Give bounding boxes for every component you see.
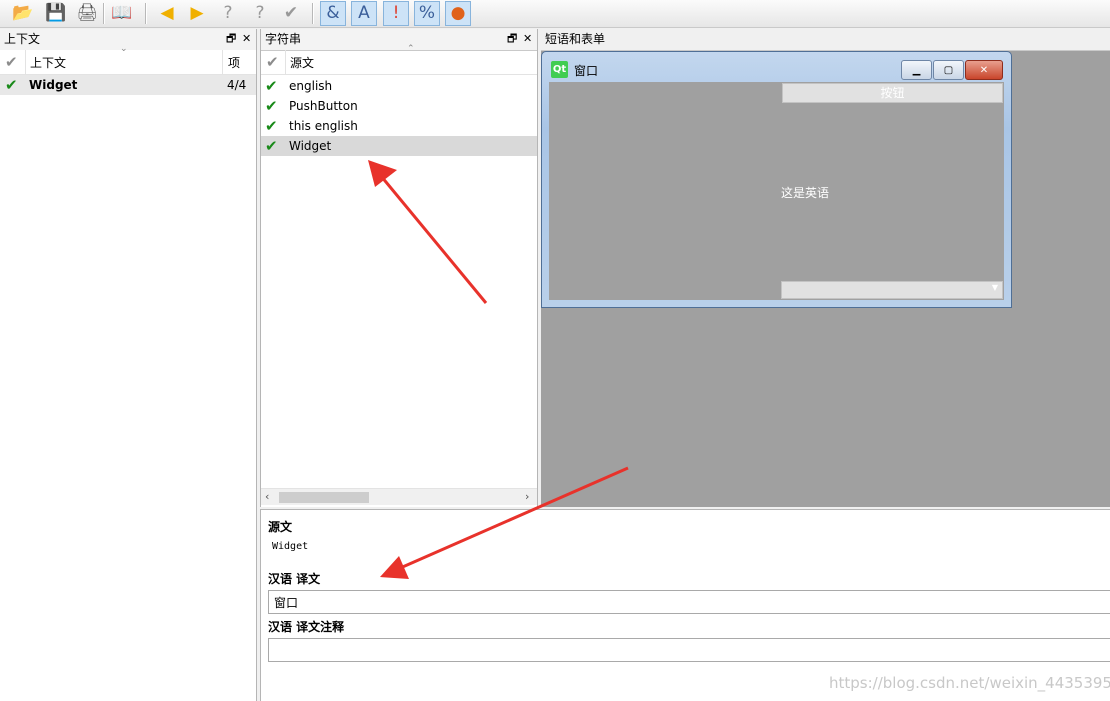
accelerator-check-icon[interactable]: & [320,1,346,26]
comment-heading: 汉语 译文注释 [268,620,345,634]
strings-pane-title: 字符串 [265,32,302,46]
close-icon[interactable]: ✕ [523,29,532,49]
forms-pane-header: 短语和表单 [541,29,1110,51]
preview-window: Qt 窗口 ▁ ▢ ✕ 按钮 这是英语 ▼ [541,51,1012,308]
prev-unfinished-icon[interactable]: ? [215,1,241,26]
close-icon: ✕ [979,64,989,76]
string-row[interactable]: ✔ english [261,76,537,96]
dropdown-arrow-icon: ▼ [991,283,998,292]
string-row[interactable]: ✔ PushButton [261,96,537,116]
done-check-icon: ✔ [5,76,18,94]
preview-label: 这是英语 [781,186,830,200]
toolbar-separator [103,3,105,24]
done-check-icon: ✔ [265,97,278,115]
context-pane-title: 上下文 [4,32,41,46]
context-count: 4/4 [227,78,247,92]
done-check-icon: ✔ [265,117,278,135]
close-window-button[interactable]: ✕ [965,60,1003,80]
prev-icon[interactable]: ◀ [154,1,180,26]
save-icon[interactable]: 💾 [43,1,69,26]
column-header-items[interactable]: 项 [228,54,240,71]
context-pane: 上下文 🗗 ✕ ✔ 上下文 ⌄ 项 ✔ Widget 4/4 [0,29,257,701]
sort-chevron-icon: ⌄ [120,44,128,54]
maximize-button[interactable]: ▢ [933,60,964,80]
phrase-check-icon[interactable]: ! [383,1,409,26]
preview-push-button[interactable]: 按钮 [782,83,1003,103]
strings-pane: 字符串 🗗 ✕ ✔ 源文 ⌃ ✔ english ✔ PushButton ✔ … [260,29,538,507]
watermark: https://blog.csdn.net/weixin_44353958 [829,674,1110,692]
next-unfinished-icon[interactable]: ? [247,1,273,26]
minimize-icon: ▁ [912,64,921,76]
context-list-header: ✔ 上下文 ⌄ 项 [0,44,256,75]
string-text: Widget [289,139,332,153]
string-row[interactable]: ✔ this english [261,116,537,136]
maximize-icon: ▢ [943,64,954,76]
phrasebook-icon[interactable]: 📖 [109,1,135,26]
source-text: Widget [272,541,309,552]
context-pane-header: 上下文 🗗 ✕ [0,29,256,51]
translation-heading: 汉语 译文 [268,572,321,586]
preview-combobox[interactable]: ▼ [781,281,1003,299]
open-icon[interactable]: 📂 [10,1,36,26]
done-next-icon[interactable]: ✔ [278,1,304,26]
check-column-icon: ✔ [5,53,18,71]
translation-editor: 源文 Widget 汉语 译文 窗口 汉语 译文注释 https://blog.… [260,509,1110,701]
float-icon[interactable]: 🗗 [507,29,517,49]
preview-window-title: 窗口 [574,64,599,78]
print-icon[interactable]: 🖨 [74,1,100,26]
horizontal-scrollbar[interactable]: ‹ › [261,488,537,505]
context-row[interactable]: ✔ Widget 4/4 [0,75,256,95]
string-row-selected[interactable]: ✔ Widget [261,136,537,156]
scrollbar-thumb[interactable] [279,492,369,503]
translation-input[interactable]: 窗口 [268,590,1110,614]
column-header-source[interactable]: 源文 [290,54,314,71]
toolbar-separator [145,3,147,24]
minimize-button[interactable]: ▁ [901,60,932,80]
strings-pane-header: 字符串 🗗 ✕ [261,29,537,51]
sort-chevron-icon: ⌃ [407,44,415,54]
preview-client-area: 按钮 这是英语 ▼ [549,82,1004,300]
check-column-icon: ✔ [266,53,279,71]
strings-list-header: ✔ 源文 ⌃ [261,44,537,75]
done-check-icon: ✔ [265,137,278,155]
comment-input[interactable] [268,638,1110,662]
scroll-right-icon[interactable]: › [525,489,529,505]
toolbar: 📂 💾 🖨 📖 ◀ ▶ ? ? ✔ & A ! % ● [0,0,1110,28]
source-heading: 源文 [268,520,293,534]
next-icon[interactable]: ▶ [184,1,210,26]
string-text: this english [289,119,358,133]
placemarker-check-icon[interactable]: % [414,1,440,26]
context-name: Widget [29,78,78,92]
scroll-left-icon[interactable]: ‹ [265,489,269,505]
close-icon[interactable]: ✕ [242,29,251,49]
validation-icon[interactable]: ● [445,1,471,26]
toolbar-separator [312,3,314,24]
string-text: english [289,79,333,93]
done-check-icon: ✔ [265,77,278,95]
punctuation-check-icon[interactable]: A [351,1,377,26]
qt-logo-icon: Qt [551,61,568,78]
forms-pane-title: 短语和表单 [545,32,606,46]
column-header-context[interactable]: 上下文 [30,54,66,71]
float-icon[interactable]: 🗗 [226,29,236,49]
string-text: PushButton [289,99,358,113]
